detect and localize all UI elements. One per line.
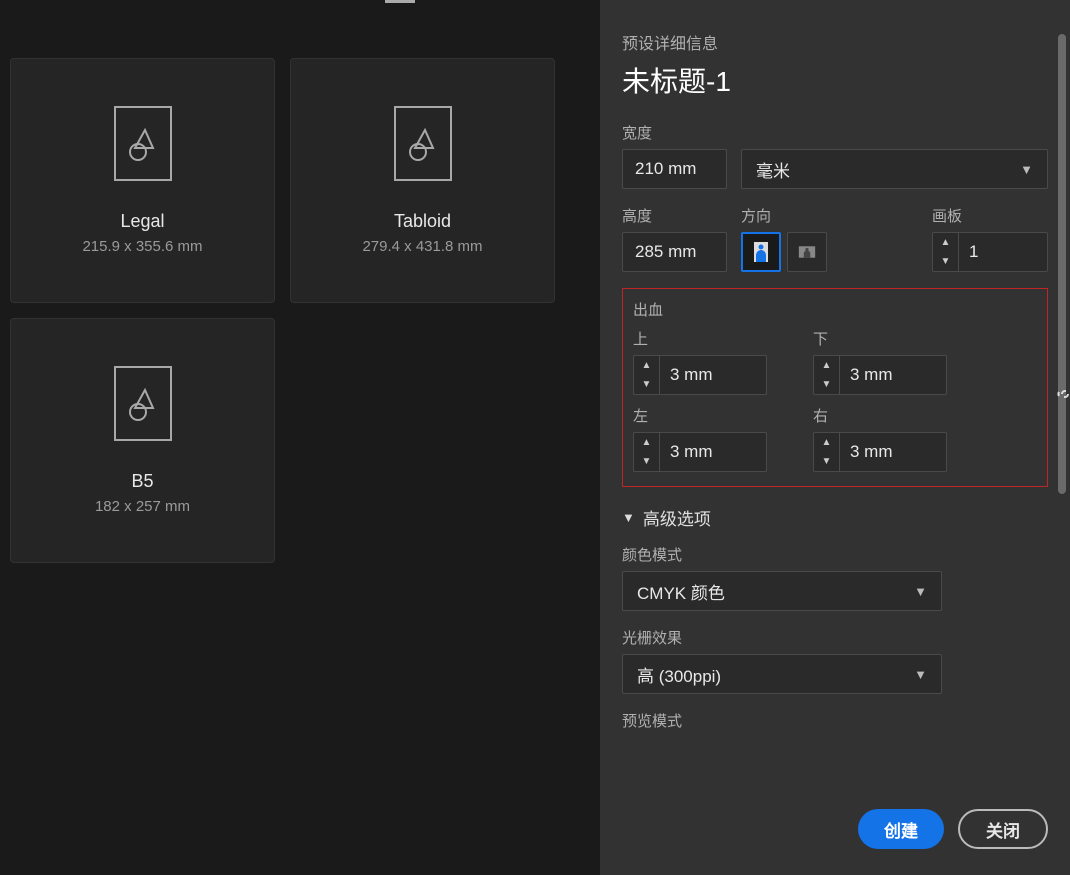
raster-select[interactable]: 高 (300ppi) ▼: [622, 654, 942, 694]
step-down-icon[interactable]: ▼: [634, 452, 659, 471]
close-button[interactable]: 关闭: [958, 809, 1048, 849]
chevron-down-icon: ▼: [914, 584, 927, 599]
step-up-icon[interactable]: ▲: [634, 433, 659, 452]
preset-name: B5: [131, 471, 153, 492]
preset-b5[interactable]: B5 182 x 257 mm: [10, 318, 275, 563]
step-up-icon[interactable]: ▲: [814, 356, 839, 375]
preset-legal[interactable]: Legal 215.9 x 355.6 mm: [10, 58, 275, 303]
unit-select[interactable]: 毫米 ▼: [741, 149, 1048, 189]
height-label: 高度: [622, 205, 727, 226]
document-icon: [114, 366, 172, 441]
step-up-icon[interactable]: ▲: [814, 433, 839, 452]
orientation-portrait[interactable]: [741, 232, 781, 272]
bleed-left-input[interactable]: [659, 432, 767, 472]
link-bleed-icon[interactable]: [1055, 384, 1070, 409]
bleed-bottom-label: 下: [813, 328, 973, 349]
step-down-icon[interactable]: ▼: [814, 452, 839, 471]
scrollbar[interactable]: [1058, 34, 1066, 494]
bleed-bottom-input[interactable]: [839, 355, 947, 395]
chevron-down-icon: ▼: [622, 510, 635, 525]
bleed-left-stepper[interactable]: ▲▼: [633, 432, 793, 472]
preset-name: Legal: [120, 211, 164, 232]
bleed-right-input[interactable]: [839, 432, 947, 472]
color-mode-value: CMYK 颜色: [637, 579, 725, 604]
step-down-icon[interactable]: ▼: [634, 375, 659, 394]
advanced-options-toggle[interactable]: ▼ 高级选项: [622, 505, 1048, 530]
document-icon: [394, 106, 452, 181]
step-down-icon[interactable]: ▼: [933, 252, 958, 271]
artboard-input[interactable]: [958, 232, 1048, 272]
height-input[interactable]: [622, 232, 727, 272]
color-mode-select[interactable]: CMYK 颜色 ▼: [622, 571, 942, 611]
orientation-label: 方向: [741, 205, 827, 226]
preset-dimensions: 182 x 257 mm: [95, 498, 190, 515]
bleed-top-input[interactable]: [659, 355, 767, 395]
color-mode-label: 颜色模式: [622, 544, 1048, 565]
orientation-landscape[interactable]: [787, 232, 827, 272]
preset-tabloid[interactable]: Tabloid 279.4 x 431.8 mm: [290, 58, 555, 303]
step-up-icon[interactable]: ▲: [933, 233, 958, 252]
raster-value: 高 (300ppi): [637, 662, 721, 687]
raster-label: 光栅效果: [622, 627, 1048, 648]
bleed-right-stepper[interactable]: ▲▼: [813, 432, 973, 472]
preview-mode-label: 预览模式: [622, 710, 1048, 731]
bleed-top-stepper[interactable]: ▲▼: [633, 355, 793, 395]
width-label: 宽度: [622, 122, 1048, 143]
chevron-down-icon: ▼: [914, 667, 927, 682]
preset-gallery: Legal 215.9 x 355.6 mm Tabloid 279.4 x 4…: [0, 0, 600, 875]
active-tab-indicator: [385, 0, 415, 3]
preset-name: Tabloid: [394, 211, 451, 232]
bleed-left-label: 左: [633, 405, 793, 426]
step-down-icon[interactable]: ▼: [814, 375, 839, 394]
details-label: 预设详细信息: [622, 30, 1048, 54]
preset-dimensions: 215.9 x 355.6 mm: [82, 238, 202, 255]
bleed-label: 出血: [633, 299, 1037, 320]
width-input[interactable]: [622, 149, 727, 189]
create-button[interactable]: 创建: [858, 809, 944, 849]
bleed-section: 出血 上 ▲▼ 下 ▲▼ 左: [622, 288, 1048, 487]
chevron-down-icon: ▼: [1020, 162, 1033, 177]
advanced-label: 高级选项: [643, 505, 711, 530]
unit-selected: 毫米: [756, 157, 790, 182]
bleed-top-label: 上: [633, 328, 793, 349]
document-icon: [114, 106, 172, 181]
bleed-bottom-stepper[interactable]: ▲▼: [813, 355, 973, 395]
artboard-label: 画板: [932, 205, 1048, 226]
preset-details-panel: 预设详细信息 未标题-1 宽度 毫米 ▼ 高度 方向: [600, 0, 1070, 875]
preset-dimensions: 279.4 x 431.8 mm: [362, 238, 482, 255]
step-up-icon[interactable]: ▲: [634, 356, 659, 375]
artboard-stepper[interactable]: ▲▼: [932, 232, 1048, 272]
document-title[interactable]: 未标题-1: [622, 60, 731, 100]
bleed-right-label: 右: [813, 405, 973, 426]
